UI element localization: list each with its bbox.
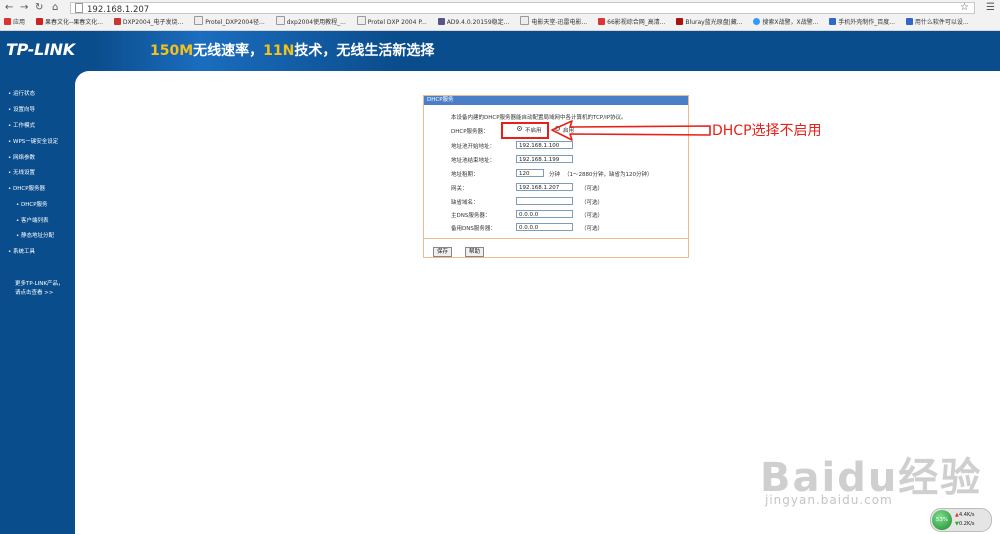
bookmark-item[interactable]: Protel_DXP2004径... (194, 16, 265, 30)
dns1-optional: （可选） (581, 213, 604, 219)
favicon-icon (35, 18, 43, 25)
gateway-input[interactable]: 192.168.1.207 (516, 183, 573, 191)
menu-item-workmode[interactable]: • 工作模式 (8, 121, 35, 129)
favicon-icon (356, 16, 366, 25)
router-header: TP-LINK 150M无线速率，11N技术，无线生活新选择 (0, 31, 1000, 71)
browser-toolbar: ← → ↻ ⌂ 192.168.1.207 ☆ ☰ (0, 0, 1000, 16)
start-address-label: 地址池开始地址： (451, 144, 496, 150)
dns2-input[interactable]: 0.0.0.0 (516, 223, 573, 231)
favicon-icon (113, 18, 121, 25)
more-products-text: 更多TP-LINK产品， (15, 281, 64, 287)
panel-title: DHCP服务 (424, 96, 688, 105)
menu-item-wps[interactable]: • WPS一键安全设定 (8, 137, 58, 145)
lease-input[interactable]: 120 (516, 169, 544, 177)
gateway-label: 网关： (451, 186, 468, 192)
dns1-label: 主DNS服务器： (451, 213, 491, 219)
save-button[interactable]: 保存 (433, 247, 453, 257)
bookmark-item[interactable]: Protel DXP 2004 P... (356, 16, 427, 30)
domain-optional: （可选） (581, 200, 604, 206)
reload-icon[interactable]: ↻ (35, 2, 43, 14)
favicon-icon (520, 16, 530, 25)
favicon-icon (829, 18, 837, 25)
menu-item-system-tools[interactable]: • 系统工具 (8, 247, 35, 255)
lease-note: （1～2880分钟，缺省为120分钟） (564, 172, 653, 178)
address-bar[interactable]: 192.168.1.207 (70, 2, 975, 15)
menu-item-status[interactable]: • 运行状态 (8, 89, 35, 97)
menu-item-dhcp-server[interactable]: • DHCP服务器 (8, 184, 45, 192)
content-corner (75, 71, 1000, 85)
bookmark-item[interactable]: 果春文化--果春文化... (35, 16, 103, 30)
tplink-logo: TP-LINK (6, 40, 75, 59)
menu-item-client-list[interactable]: • 客户端列表 (16, 216, 49, 224)
dns2-label: 备用DNS服务器： (451, 226, 496, 232)
end-address-input[interactable]: 192.168.1.199 (516, 155, 573, 163)
bookmark-item[interactable]: 搜索X战警，X战警... (753, 16, 818, 30)
star-icon[interactable]: ☆ (960, 2, 969, 14)
favicon-icon (275, 16, 285, 25)
forward-icon[interactable]: → (20, 2, 28, 14)
menu-item-static-address[interactable]: • 静态地址分配 (16, 231, 54, 239)
menu-item-dhcp-service[interactable]: • DHCP服务 (16, 200, 48, 208)
menu-item-network[interactable]: • 网络参数 (8, 153, 35, 161)
page-icon (75, 3, 83, 13)
favicon-icon (194, 16, 204, 25)
favicon-icon (905, 18, 913, 25)
watermark-url: jingyan.baidu.com (765, 493, 893, 507)
favicon-icon (598, 18, 606, 25)
bookmark-item[interactable]: 手机外壳制作_百度... (829, 16, 895, 30)
panel-divider (424, 238, 688, 239)
annotation-arrow-icon (551, 120, 711, 141)
apps-icon (4, 18, 11, 25)
dhcp-server-label: DHCP服务器： (451, 129, 489, 135)
bookmark-item[interactable]: dxp2004使用教程_... (275, 16, 346, 30)
help-button[interactable]: 帮助 (465, 247, 485, 257)
bookmark-apps[interactable]: 应用 (4, 16, 25, 30)
dns1-input[interactable]: 0.0.0.0 (516, 210, 573, 218)
dns2-optional: （可选） (581, 226, 604, 232)
more-products-link[interactable]: 请点击查看 >> (15, 288, 53, 296)
usage-gauge: 53% (932, 510, 952, 530)
favicon-icon (676, 18, 684, 25)
favicon-icon (437, 18, 445, 25)
favicon-icon (753, 18, 761, 25)
lease-unit: 分钟 (549, 172, 561, 178)
header-slogan: 150M无线速率，11N技术，无线生活新选择 (150, 43, 435, 59)
start-address-input[interactable]: 192.168.1.100 (516, 141, 573, 149)
upload-speed: 4.4K/s (959, 512, 975, 518)
bookmark-item[interactable]: DXP2004_电子发烧... (113, 16, 183, 30)
domain-label: 缺省域名： (451, 200, 479, 206)
menu-item-wireless[interactable]: • 无线设置 (8, 168, 35, 176)
bookmark-item[interactable]: 电影天堂-迅雷电影... (520, 16, 587, 30)
back-icon[interactable]: ← (5, 2, 13, 14)
bookmark-item[interactable]: Bluray蓝光原盘|藏... (676, 16, 742, 30)
end-address-label: 地址池结束地址： (451, 158, 496, 164)
menu-icon[interactable]: ☰ (986, 2, 995, 14)
lease-label: 地址租期： (451, 172, 479, 178)
gateway-optional: （可选） (581, 186, 604, 192)
bookmark-item[interactable]: AD9.4.0.20159稳定... (437, 16, 509, 30)
domain-input[interactable] (516, 197, 573, 205)
network-meter[interactable]: 53% ▲ 4.4K/s ▼ 0.2K/s (930, 508, 992, 532)
bookmark-item[interactable]: 66影视综合网_高清... (598, 16, 666, 30)
home-icon[interactable]: ⌂ (52, 2, 58, 14)
menu-item-wizard[interactable]: • 设置向导 (8, 105, 35, 113)
bookmark-item[interactable]: 用什么软件可以设... (905, 16, 969, 30)
download-speed: 0.2K/s (959, 521, 975, 527)
bookmarks-bar: 应用 果春文化--果春文化... DXP2004_电子发烧... Protel_… (0, 16, 1000, 31)
annotation-text: DHCP选择不启用 (712, 123, 822, 139)
